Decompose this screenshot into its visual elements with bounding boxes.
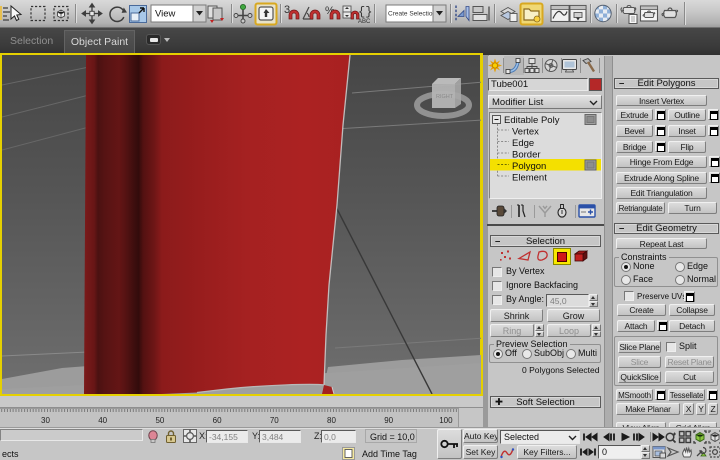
svg-text:{}: {} <box>358 5 372 19</box>
svg-text:Editable Poly: Editable Poly <box>504 115 560 126</box>
svg-text:Edge: Edge <box>512 138 534 149</box>
svg-text:70: 70 <box>270 416 279 425</box>
svg-text:RIGHT: RIGHT <box>436 94 454 100</box>
svg-text:Border: Border <box>512 150 541 161</box>
svg-text:50: 50 <box>155 416 164 425</box>
svg-text:30: 30 <box>41 416 50 425</box>
svg-text:90: 90 <box>384 416 393 425</box>
svg-text:40: 40 <box>98 416 107 425</box>
svg-text:80: 80 <box>327 416 336 425</box>
svg-text:View: View <box>155 9 176 20</box>
svg-text:ABC: ABC <box>358 19 371 25</box>
svg-text:Vertex: Vertex <box>512 127 539 138</box>
svg-text:100: 100 <box>439 416 453 425</box>
svg-text:Polygon: Polygon <box>512 161 546 172</box>
svg-text:60: 60 <box>213 416 222 425</box>
svg-text:Element: Element <box>512 173 547 184</box>
